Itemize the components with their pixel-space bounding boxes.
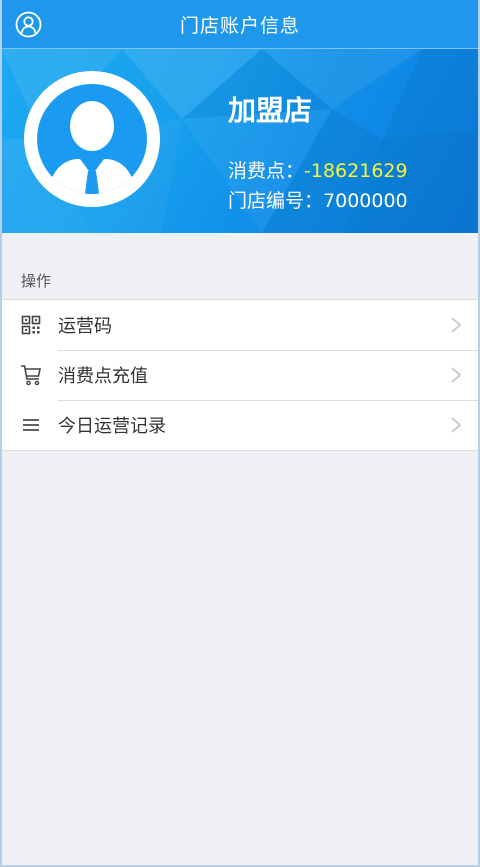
chevron-right-icon (451, 417, 462, 433)
cart-icon (20, 364, 42, 386)
qrcode-icon (20, 314, 42, 336)
action-menu: 运营码 消费点充值 今日运营记录 (2, 299, 478, 451)
user-circle-icon[interactable] (15, 11, 42, 38)
section-label: 操作 (21, 272, 52, 290)
points-line: 消费点：-18621629 (228, 156, 408, 183)
store-code-label: 门店编号： (228, 190, 324, 212)
store-code-line: 门店编号：7000000 (228, 186, 408, 213)
list-icon (20, 414, 42, 436)
menu-item-operation-code[interactable]: 运营码 (2, 300, 478, 350)
page-title: 门店账户信息 (179, 14, 300, 37)
profile-banner: 加盟店 消费点：-18621629 门店编号：7000000 (2, 49, 478, 233)
top-bar: 门店账户信息 (2, 0, 478, 49)
chevron-right-icon (451, 317, 462, 333)
menu-item-today-records[interactable]: 今日运营记录 (2, 400, 478, 450)
store-name: 加盟店 (228, 94, 313, 127)
menu-item-recharge[interactable]: 消费点充值 (2, 350, 478, 400)
chevron-right-icon (451, 367, 462, 383)
avatar-person-icon (24, 71, 160, 207)
store-code-value: 7000000 (323, 190, 408, 212)
points-value: -18621629 (304, 160, 408, 182)
points-label: 消费点： (228, 160, 305, 182)
menu-item-label: 运营码 (58, 316, 112, 337)
menu-item-label: 今日运营记录 (58, 416, 166, 437)
menu-item-label: 消费点充值 (58, 366, 148, 387)
